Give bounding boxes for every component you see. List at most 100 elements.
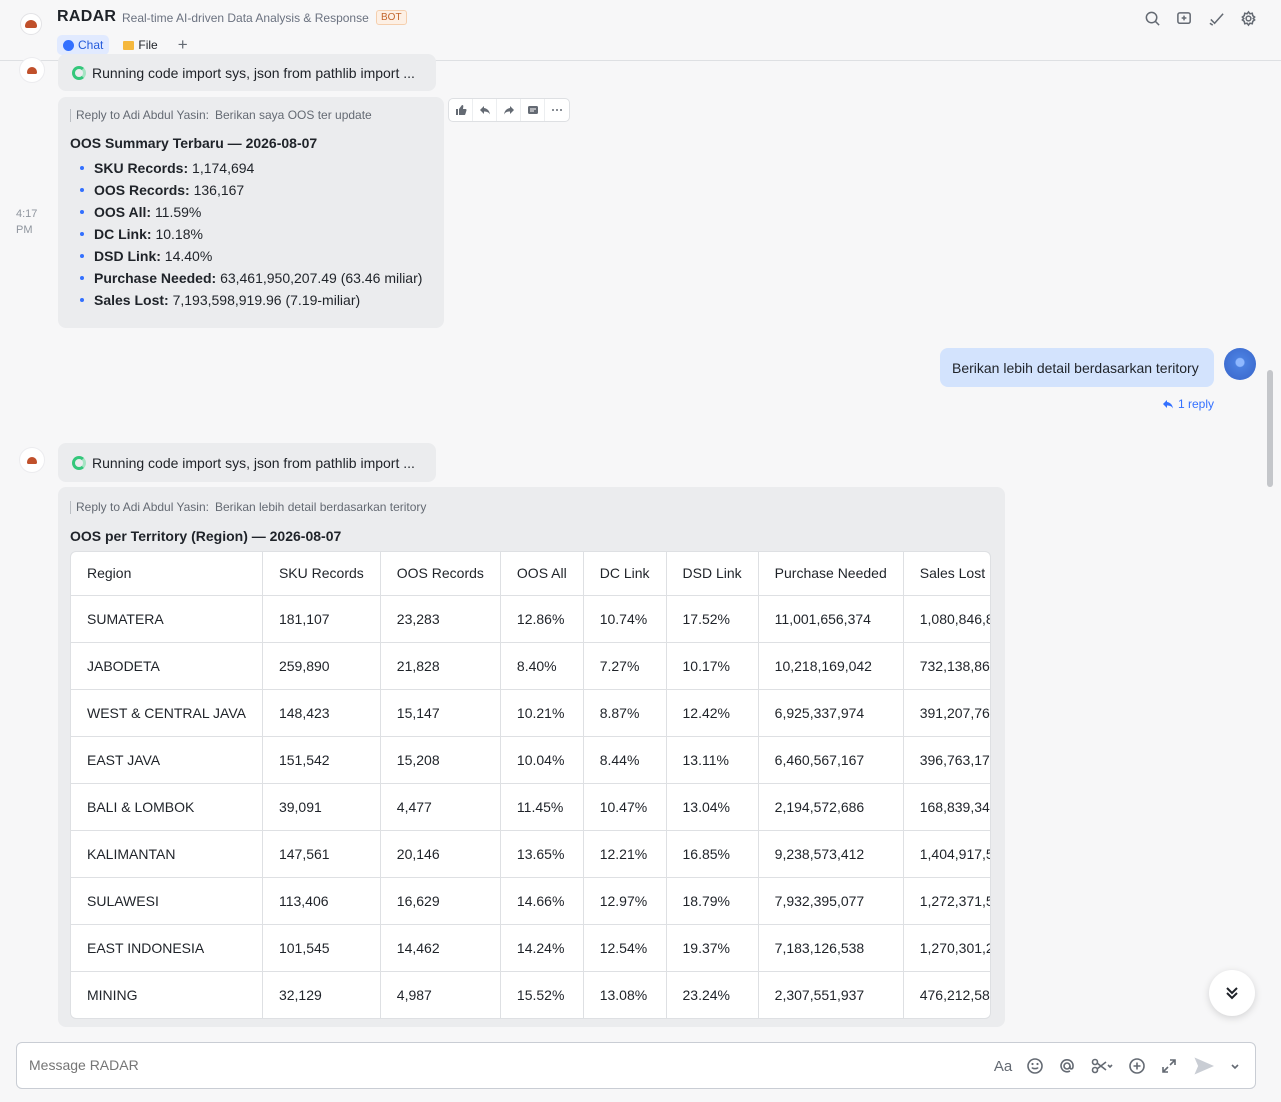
message-actions bbox=[448, 98, 570, 122]
screenshot-icon[interactable] bbox=[1089, 1055, 1115, 1077]
user-message[interactable]: Berikan lebih detail berdasarkan teritor… bbox=[940, 348, 1214, 387]
thread-reply-link[interactable]: 1 reply bbox=[1162, 397, 1214, 411]
reply-quote[interactable]: Reply to Adi Abdul Yasin: Berikan saya OO… bbox=[70, 109, 432, 122]
table-cell: 396,763,174 bbox=[903, 736, 990, 784]
table-cell: KALIMANTAN bbox=[71, 830, 263, 878]
table-cell: 10.74% bbox=[583, 595, 667, 643]
table-cell: 10.17% bbox=[666, 642, 759, 690]
table-cell: EAST JAVA bbox=[71, 736, 263, 784]
table-cell: 13.11% bbox=[666, 736, 759, 784]
table-row: MINING 32,129 4,987 15.52% 13.08% 23.24% 2,307… bbox=[71, 971, 991, 1018]
table-cell: 19.37% bbox=[666, 924, 759, 972]
table-cell: 18.79% bbox=[666, 877, 759, 925]
list-item: DC Link: 10.18% bbox=[70, 223, 432, 245]
table-cell: 1,080,846,804 bbox=[903, 595, 990, 643]
table-cell: 147,561 bbox=[262, 830, 381, 878]
running-code-text: Running code import sys, json from pathl… bbox=[92, 454, 415, 471]
table-cell: 20,146 bbox=[380, 830, 501, 878]
table-cell: EAST INDONESIA bbox=[71, 924, 263, 972]
chat-subtitle: Real-time AI-driven Data Analysis & Resp… bbox=[122, 11, 369, 25]
table-cell: 10.47% bbox=[583, 783, 667, 831]
running-code-bubble[interactable]: Running code import sys, json from pathl… bbox=[58, 54, 436, 91]
summary-message[interactable]: Reply to Adi Abdul Yasin: Berikan saya OO… bbox=[58, 97, 444, 328]
tab-file-label: File bbox=[138, 38, 158, 52]
scroll-to-bottom-button[interactable] bbox=[1209, 970, 1255, 1016]
pin-icon[interactable] bbox=[1207, 9, 1225, 27]
table-row: EAST JAVA 151,542 15,208 10.04% 8.44% 13.11% 6… bbox=[71, 736, 990, 784]
table-row: WEST & CENTRAL JAVA 148,423 15,147 10.21% 8.… bbox=[71, 689, 990, 737]
emoji-icon[interactable] bbox=[1025, 1055, 1045, 1077]
table-cell: 181,107 bbox=[262, 595, 381, 643]
chat-bubble-icon bbox=[63, 39, 74, 51]
thumbs-up-icon[interactable] bbox=[449, 99, 473, 121]
bot-avatar[interactable] bbox=[19, 57, 45, 83]
list-item: Sales Lost: 7,193,598,919.96 (7.19-milia… bbox=[70, 289, 432, 311]
table-cell: SUMATERA bbox=[71, 595, 263, 643]
list-item: Purchase Needed: 63,461,950,207.49 (63.4… bbox=[70, 267, 432, 289]
list-item: DSD Link: 14.40% bbox=[70, 245, 432, 267]
chevron-down-icon[interactable] bbox=[1229, 1055, 1241, 1077]
table-row: SULAWESI 113,406 16,629 14.66% 12.97% 18.79% 7… bbox=[71, 877, 990, 925]
message-input[interactable] bbox=[29, 1057, 929, 1073]
settings-icon[interactable] bbox=[1239, 9, 1257, 27]
mention-icon[interactable] bbox=[1057, 1055, 1077, 1077]
scrollbar-thumb[interactable] bbox=[1267, 370, 1273, 487]
table-cell: 39,091 bbox=[262, 783, 381, 831]
user-avatar[interactable] bbox=[1224, 348, 1256, 380]
summary-list: SKU Records: 1,174,694 OOS Records: 136,… bbox=[70, 157, 432, 311]
table-cell: 14,462 bbox=[380, 924, 501, 972]
table-cell: 12.54% bbox=[583, 924, 667, 972]
running-spinner-icon bbox=[72, 455, 86, 470]
table-cell: 476,212,582 bbox=[919, 986, 991, 1003]
table-cell: 1,404,917,569 bbox=[903, 830, 990, 878]
table-cell: 113,406 bbox=[262, 877, 381, 925]
table-cell: 6,925,337,974 bbox=[758, 689, 904, 737]
running-code-bubble[interactable]: Running code import sys, json from pathl… bbox=[58, 443, 436, 482]
table-cell: 21,828 bbox=[380, 642, 501, 690]
chat-title: RADAR bbox=[57, 8, 117, 25]
tab-chat-label: Chat bbox=[78, 38, 104, 52]
add-tab-button[interactable]: + bbox=[172, 36, 194, 54]
reply-quote[interactable]: Reply to Adi Abdul Yasin: Berikan lebih d… bbox=[70, 501, 426, 514]
table-cell: 732,138,861 bbox=[903, 642, 990, 690]
table-cell: 11,001,656,374 bbox=[758, 595, 904, 643]
table-cell: 10.21% bbox=[500, 689, 584, 737]
table-row: BALI & LOMBOK 39,091 4,477 11.45% 10.47% 13.0… bbox=[71, 783, 990, 831]
thread-icon[interactable] bbox=[521, 99, 545, 121]
column-header: DSD Link bbox=[666, 552, 759, 596]
bot-avatar[interactable] bbox=[19, 447, 45, 473]
tab-file[interactable]: File bbox=[117, 35, 163, 55]
table-cell: 13.65% bbox=[500, 830, 584, 878]
tab-chat[interactable]: Chat bbox=[57, 35, 110, 55]
table-cell: 8.87% bbox=[583, 689, 667, 737]
running-spinner-icon bbox=[72, 65, 86, 80]
more-icon[interactable] bbox=[545, 99, 569, 121]
table-cell: 4,987 bbox=[380, 971, 501, 1018]
send-icon[interactable] bbox=[1191, 1055, 1217, 1077]
table-cell: 101,545 bbox=[262, 924, 381, 972]
header-actions bbox=[1143, 9, 1257, 27]
table-cell: 12.86% bbox=[500, 595, 584, 643]
table-cell: 9,238,573,412 bbox=[758, 830, 904, 878]
format-text-icon[interactable]: Aa bbox=[993, 1055, 1013, 1077]
column-header: Purchase Needed bbox=[758, 552, 904, 596]
table-row: KALIMANTAN 147,561 20,146 13.65% 12.21% 16.85… bbox=[71, 830, 990, 878]
add-circle-icon[interactable] bbox=[1127, 1055, 1147, 1077]
territory-title: OOS per Territory (Region) — 2026-08-07 bbox=[70, 528, 342, 544]
table-cell: WEST & CENTRAL JAVA bbox=[71, 689, 263, 737]
reply-icon[interactable] bbox=[473, 99, 497, 121]
table-cell: 23,283 bbox=[380, 595, 501, 643]
table-cell: 14.24% bbox=[500, 924, 584, 972]
column-header: Region bbox=[71, 552, 263, 596]
table-cell: 1,270,301,264 bbox=[903, 924, 990, 972]
add-member-icon[interactable] bbox=[1175, 9, 1193, 27]
search-icon[interactable] bbox=[1143, 9, 1161, 27]
forward-icon[interactable] bbox=[497, 99, 521, 121]
table-row: JABODETA 259,890 21,828 8.40% 7.27% 10.17% 10,… bbox=[71, 642, 990, 690]
table-cell: 8.40% bbox=[500, 642, 584, 690]
table-cell: 32,129 bbox=[262, 971, 381, 1018]
expand-icon[interactable] bbox=[1159, 1055, 1179, 1077]
chat-header: RADAR Real-time AI-driven Data Analysis … bbox=[0, 0, 1281, 61]
table-cell: JABODETA bbox=[71, 642, 263, 690]
table-cell: 4,477 bbox=[380, 783, 501, 831]
